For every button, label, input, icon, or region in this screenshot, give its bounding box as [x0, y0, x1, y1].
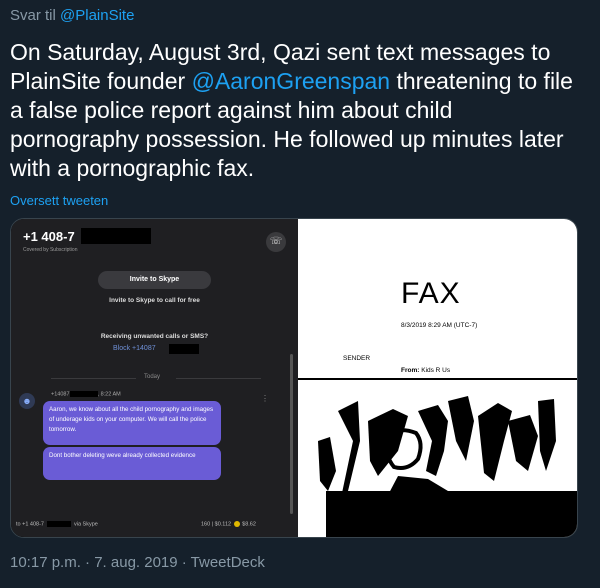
more-icon: ⋮	[261, 394, 269, 403]
footer-recipient: to +1 408-7 via Skype	[16, 521, 98, 527]
scrollbar	[290, 354, 293, 514]
fax-sender-label: SENDER	[343, 355, 371, 362]
message-bubble: Aaron, we know about all the child porno…	[43, 401, 221, 445]
sender-time: , 8:22 AM	[97, 391, 121, 398]
tweet-media[interactable]: +1 408-7 Covered by Subscription ☏ Invit…	[10, 218, 578, 538]
fax-scan-image	[298, 381, 577, 501]
translate-tweet-link[interactable]: Oversett tweeten	[10, 193, 108, 208]
covered-label: Covered by Subscription	[23, 247, 78, 253]
call-button: ☏	[266, 232, 286, 252]
fax-date: 8/3/2019 8:29 AM (UTC-7)	[401, 322, 478, 329]
tweet-timestamp[interactable]: 10:17 p.m. · 7. aug. 2019 · TweetDeck	[10, 554, 265, 571]
redaction-bar	[81, 228, 151, 244]
message-sender: +14087 , 8:22 AM	[51, 391, 121, 397]
message-bubble: Dont bother deleting weve already collec…	[43, 447, 221, 480]
invite-to-skype-button: Invite to Skype	[98, 271, 211, 289]
sender-number: +14087	[51, 391, 70, 398]
skype-screenshot[interactable]: +1 408-7 Covered by Subscription ☏ Invit…	[11, 219, 298, 537]
divider	[176, 378, 261, 379]
tweet-text: On Saturday, August 3rd, Qazi sent text …	[10, 38, 580, 183]
reply-context: Svar til @PlainSite	[10, 7, 134, 24]
divider	[51, 378, 136, 379]
redaction-bar	[69, 391, 98, 397]
today-label: Today	[144, 374, 161, 380]
fax-from: From: Kids R Us	[401, 367, 450, 374]
fax-title: FAX	[401, 277, 461, 310]
credit-icon	[233, 521, 240, 527]
balance-text: $8.62	[242, 521, 256, 528]
footer-credit: 160 | $0.112 $8.62	[201, 521, 256, 527]
fax-from-value: Kids R Us	[421, 367, 451, 374]
redaction-bar	[169, 344, 199, 354]
block-link: Block +14087	[113, 345, 156, 352]
fax-screenshot[interactable]: FAX 8/3/2019 8:29 AM (UTC-7) SENDER From…	[298, 219, 577, 537]
redaction-bar	[46, 521, 71, 527]
credit-text: 160 | $0.112	[201, 521, 232, 528]
invite-text: Invite to Skype to call for free	[109, 297, 200, 304]
contact-number: +1 408-7	[23, 229, 75, 244]
reply-prefix: Svar til	[10, 7, 56, 24]
fax-from-label: From:	[401, 367, 420, 374]
reply-handle-link[interactable]: @PlainSite	[60, 7, 134, 24]
unwanted-calls-text: Receiving unwanted calls or SMS?	[100, 333, 209, 340]
mention-link[interactable]: @AaronGreenspan	[192, 68, 391, 94]
redaction-bar	[326, 491, 577, 537]
fax-divider	[298, 378, 577, 380]
phone-icon: ☏	[269, 236, 283, 247]
footer-via: via Skype	[73, 521, 98, 528]
skype-avatar-icon: ☻	[19, 393, 35, 409]
footer-to: to +1 408-7	[16, 521, 44, 528]
